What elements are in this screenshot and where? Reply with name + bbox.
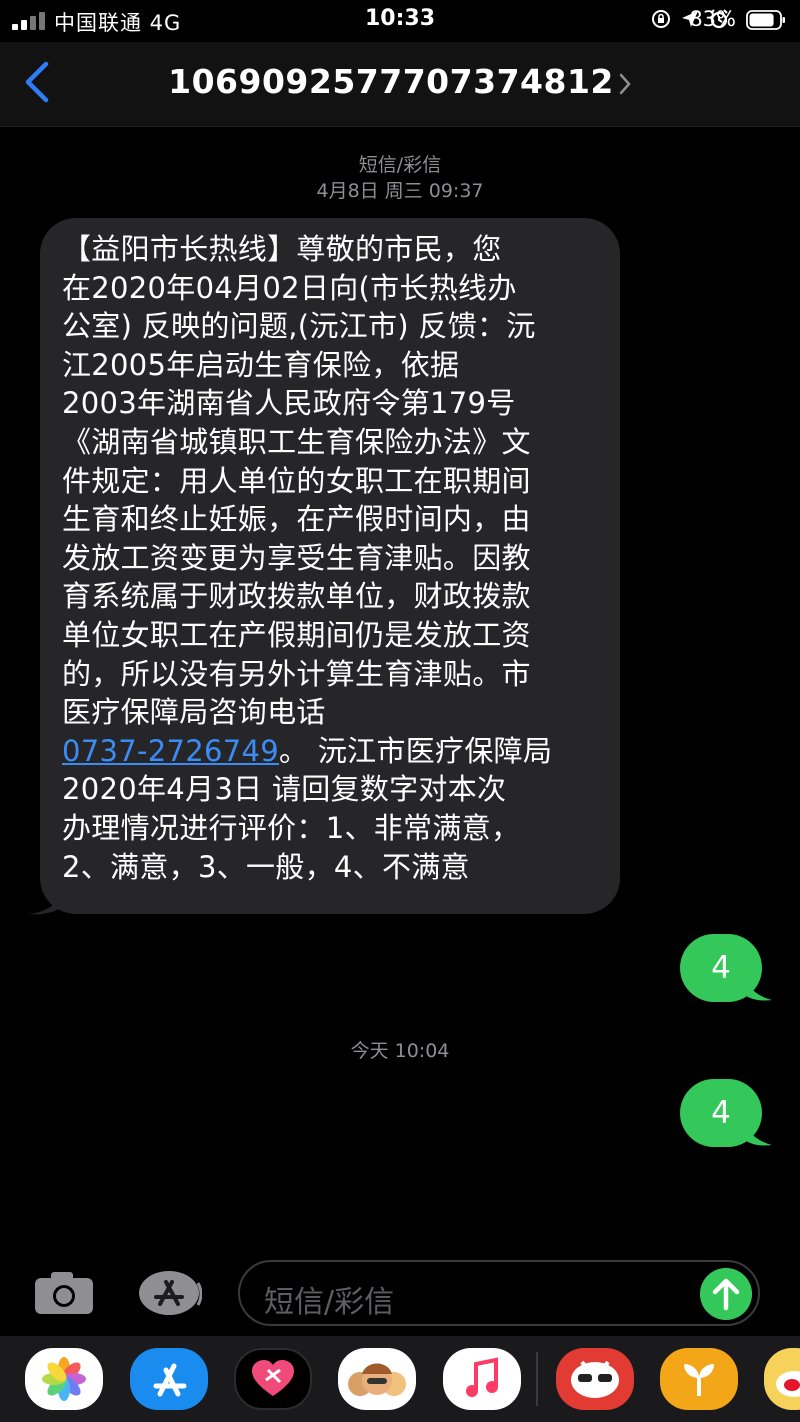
drawer-divider [536, 1352, 538, 1406]
photos-app-icon[interactable] [25, 1348, 103, 1410]
incoming-message-text: 【益阳市长热线】尊敬的市民，您 在2020年04月02日向(市长热线办 公室) … [62, 232, 553, 884]
app-store-app-icon[interactable] [130, 1348, 208, 1410]
outgoing-message-bubble[interactable]: 4 [680, 1079, 762, 1147]
app-store-icon[interactable] [136, 1270, 202, 1316]
message-type-label: 短信/彩信 [358, 154, 442, 176]
compose-bar: 短信/彩信 [0, 1258, 800, 1338]
lock-rotation-icon [652, 10, 670, 28]
conversation-header: 1069092577707374812 [0, 42, 800, 127]
music-app-icon[interactable] [443, 1348, 521, 1410]
app-drawer [0, 1336, 800, 1422]
memoji-app-icon[interactable] [338, 1348, 416, 1410]
timestamp: 4月8日 周三 09:37 [316, 180, 484, 202]
phone-number-link[interactable]: 0737-2726749 [62, 734, 279, 768]
timestamp: 今天 10:04 [350, 1040, 450, 1062]
weibo-app-icon[interactable] [764, 1348, 800, 1410]
battery-icon [746, 10, 785, 30]
green-sprout-app-icon[interactable] [660, 1348, 738, 1410]
outgoing-message-bubble[interactable]: 4 [680, 934, 762, 1002]
red-panda-app-icon[interactable] [556, 1348, 634, 1410]
chevron-right-icon [619, 73, 631, 94]
camera-icon[interactable] [33, 1270, 95, 1316]
contact-title[interactable]: 1069092577707374812 [0, 62, 800, 101]
digital-touch-app-icon[interactable] [234, 1348, 312, 1410]
contact-number: 1069092577707374812 [168, 62, 614, 101]
send-arrow-icon[interactable] [700, 1268, 752, 1320]
message-input[interactable]: 短信/彩信 [238, 1260, 760, 1326]
battery-percent: 83% [689, 7, 736, 31]
status-bar: 中国联通 4G 10:33 83% [0, 0, 800, 42]
